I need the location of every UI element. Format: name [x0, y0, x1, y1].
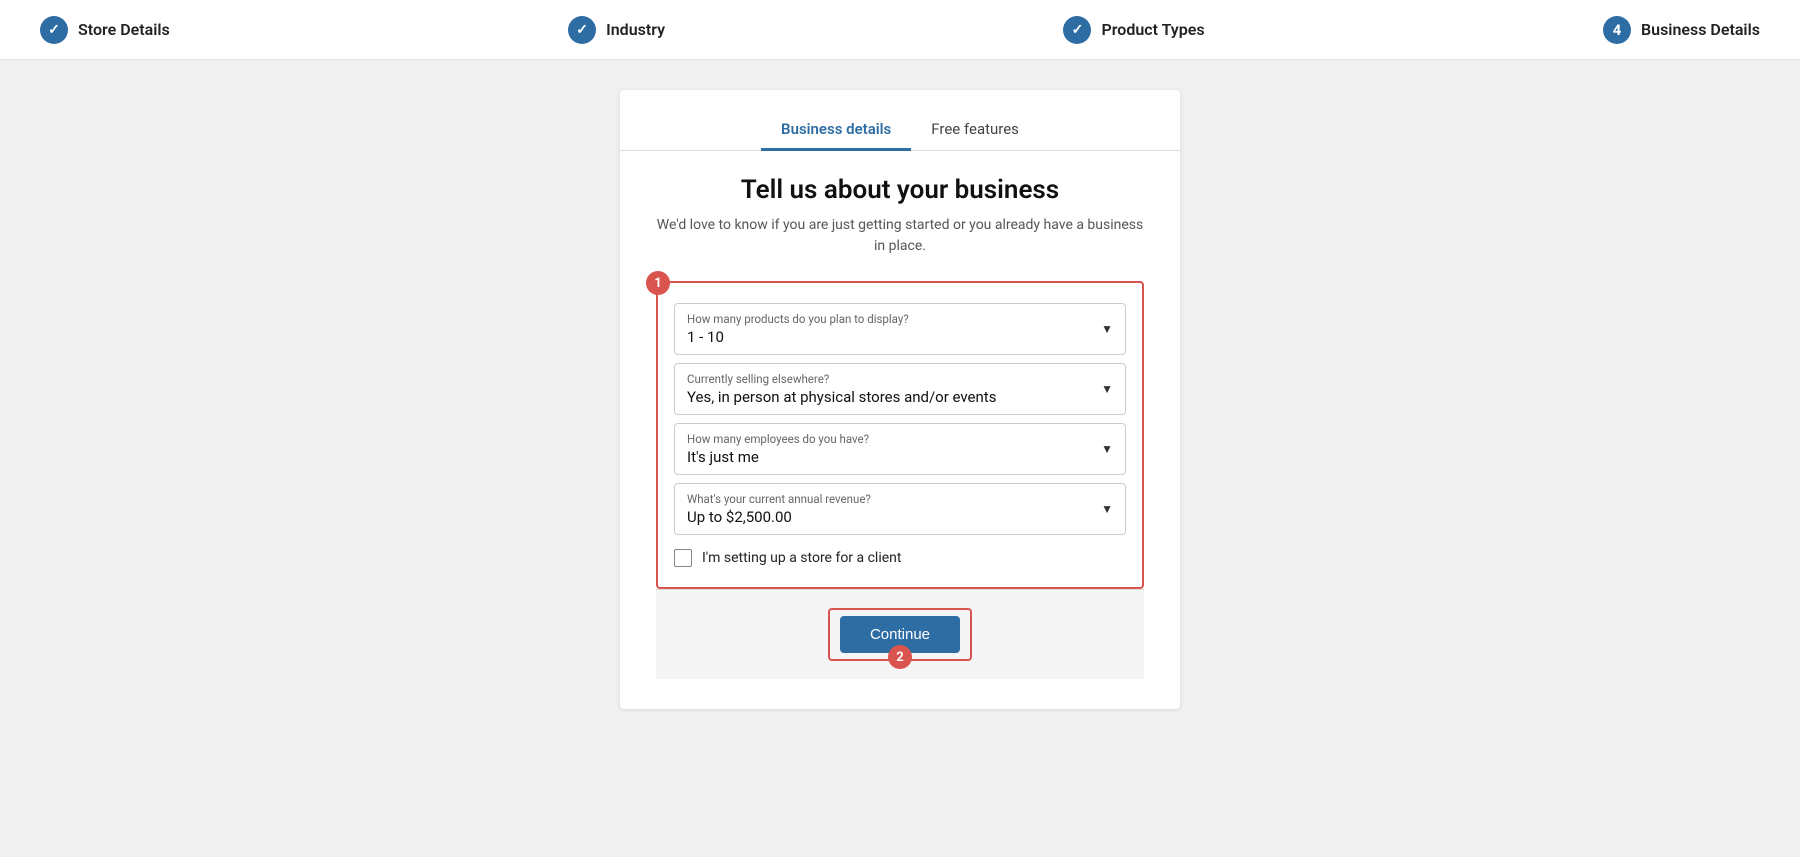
annotation-badge-1: 1: [646, 271, 670, 295]
stepper: ✓ Store Details ✓ Industry ✓ Product Typ…: [0, 0, 1800, 60]
tabs: Business details Free features: [620, 90, 1180, 151]
page-subtitle: We'd love to know if you are just gettin…: [656, 215, 1144, 257]
annotation-badge-2: 2: [888, 645, 912, 669]
form-box: How many products do you plan to display…: [656, 281, 1144, 589]
client-checkbox-label: I'm setting up a store for a client: [702, 550, 901, 566]
annual-revenue-label: What's your current annual revenue?: [687, 492, 1113, 506]
step-product-types-label: Product Types: [1101, 20, 1204, 39]
products-count-field[interactable]: How many products do you plan to display…: [674, 303, 1126, 355]
step-business-details: 4 Business Details: [1603, 16, 1760, 44]
step-industry: ✓ Industry: [568, 16, 665, 44]
selling-elsewhere-label: Currently selling elsewhere?: [687, 372, 1113, 386]
annual-revenue-field[interactable]: What's your current annual revenue? Up t…: [674, 483, 1126, 535]
main-content: Business details Free features Tell us a…: [0, 60, 1800, 709]
card: Business details Free features Tell us a…: [620, 90, 1180, 709]
selling-elsewhere-value: Yes, in person at physical stores and/or…: [687, 388, 1113, 406]
products-count-value: 1 - 10: [687, 328, 1113, 346]
step-industry-icon: ✓: [568, 16, 596, 44]
continue-area: 2 Continue: [656, 589, 1144, 679]
tab-business-details[interactable]: Business details: [761, 110, 911, 151]
step-business-details-icon: 4: [1603, 16, 1631, 44]
step-store-details-icon: ✓: [40, 16, 68, 44]
selling-elsewhere-field[interactable]: Currently selling elsewhere? Yes, in per…: [674, 363, 1126, 415]
card-body: Tell us about your business We'd love to…: [620, 151, 1180, 709]
products-count-arrow: ▼: [1101, 322, 1113, 336]
annual-revenue-value: Up to $2,500.00: [687, 508, 1113, 526]
step-industry-label: Industry: [606, 20, 665, 39]
client-checkbox-row[interactable]: I'm setting up a store for a client: [674, 549, 1126, 567]
step-store-details-label: Store Details: [78, 20, 170, 39]
annual-revenue-arrow: ▼: [1101, 502, 1113, 516]
step-store-details: ✓ Store Details: [40, 16, 170, 44]
selling-elsewhere-arrow: ▼: [1101, 382, 1113, 396]
employees-arrow: ▼: [1101, 442, 1113, 456]
products-count-label: How many products do you plan to display…: [687, 312, 1113, 326]
page-title: Tell us about your business: [656, 175, 1144, 205]
employees-value: It's just me: [687, 448, 1113, 466]
form-container: 1 How many products do you plan to displ…: [656, 281, 1144, 679]
tab-free-features[interactable]: Free features: [911, 110, 1039, 151]
step-product-types: ✓ Product Types: [1063, 16, 1204, 44]
step-product-types-icon: ✓: [1063, 16, 1091, 44]
client-checkbox[interactable]: [674, 549, 692, 567]
annotation-badge-2-box: 2 Continue: [828, 608, 972, 661]
employees-field[interactable]: How many employees do you have? It's jus…: [674, 423, 1126, 475]
step-business-details-label: Business Details: [1641, 20, 1760, 39]
employees-label: How many employees do you have?: [687, 432, 1113, 446]
